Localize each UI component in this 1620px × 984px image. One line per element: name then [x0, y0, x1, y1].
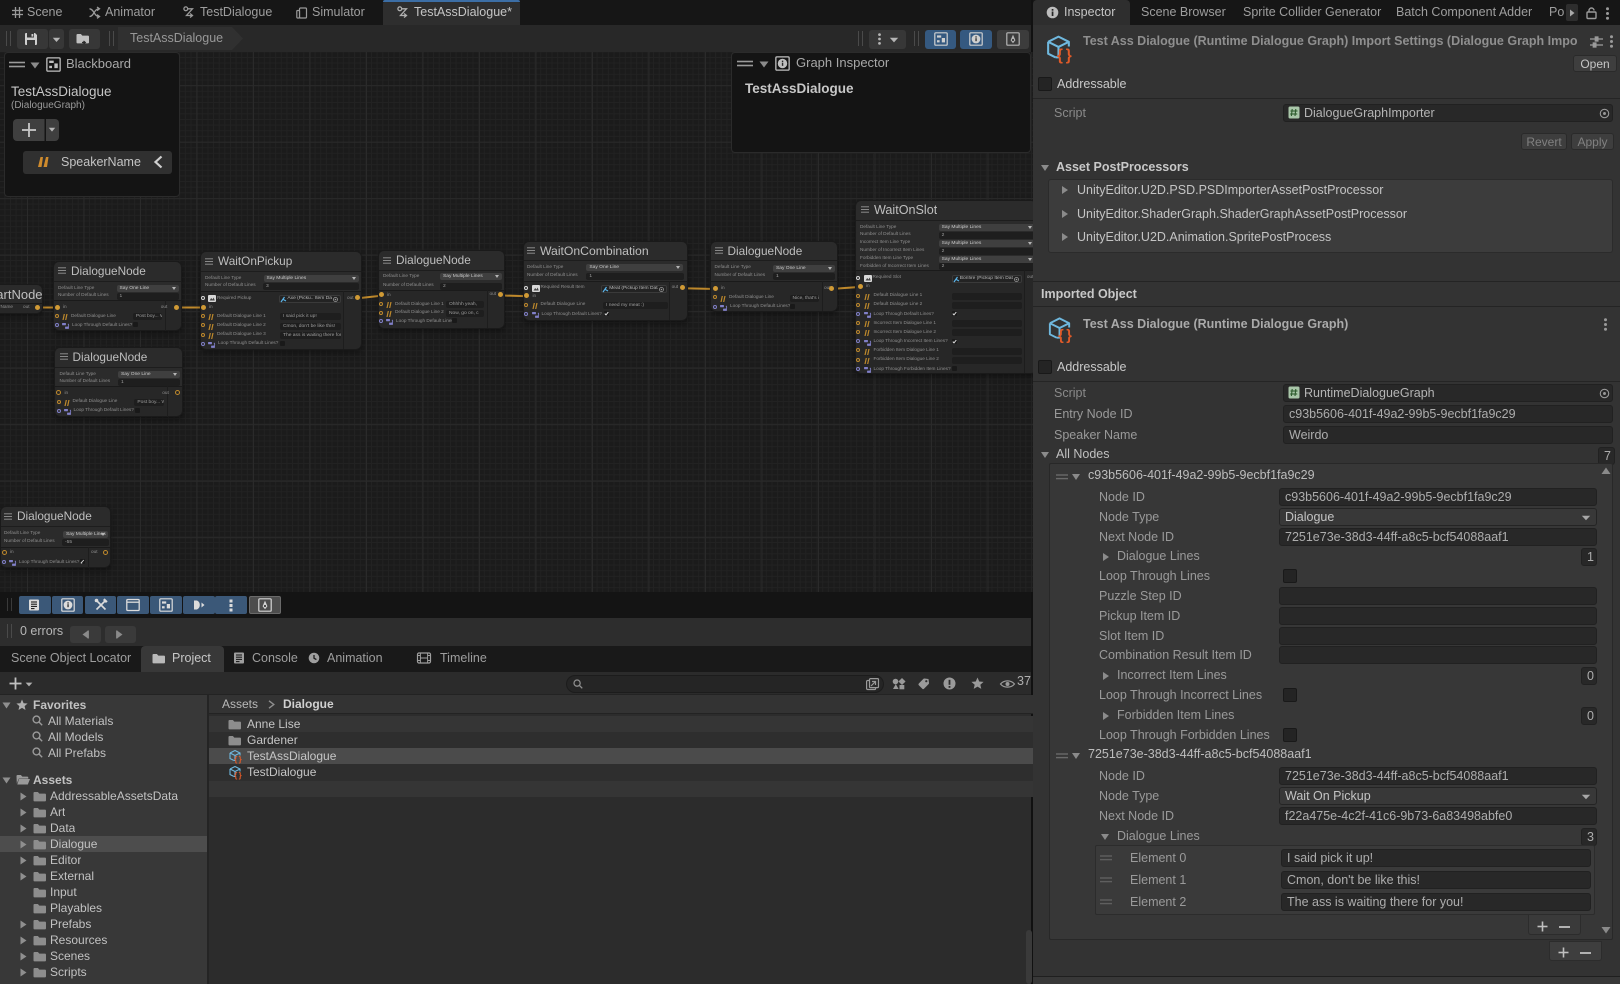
svg-text:{: {	[1058, 328, 1064, 344]
svg-text:{: {	[1057, 47, 1063, 64]
svg-text:}: }	[1066, 328, 1072, 344]
svg-text:}: }	[1066, 47, 1072, 64]
svg-text:{: {	[234, 755, 237, 764]
svg-text:}: }	[239, 755, 242, 764]
svg-text:{: {	[234, 771, 237, 780]
svg-text:}: }	[239, 771, 242, 780]
